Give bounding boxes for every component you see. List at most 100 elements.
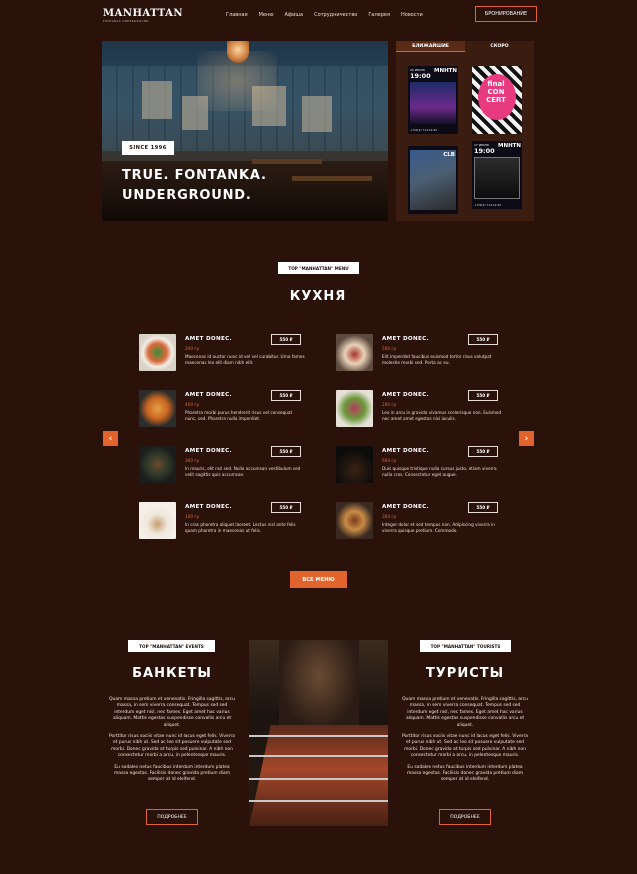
poster-art: [410, 150, 456, 210]
dish-image: [336, 502, 373, 539]
dish-price[interactable]: 550 ₽: [468, 446, 498, 457]
foosball-rod: [249, 778, 388, 780]
poster-art: [474, 157, 520, 199]
dish-name: AMET DONEC.: [185, 504, 232, 510]
tourists-more-button[interactable]: ПОДРОБНЕЕ: [439, 809, 491, 825]
nav-item-menu[interactable]: Меню: [259, 12, 274, 18]
event-poster[interactable]: 17 ИЮЛЯ 19:00 MNHTN +7(812) 713-19-45: [472, 141, 522, 209]
tourists-title: ТУРИСТЫ: [425, 666, 505, 681]
wall-poster: [302, 96, 332, 132]
dish-weight: 100 гр: [185, 514, 200, 519]
dish-weight: 200 гр: [185, 346, 200, 351]
hero-title-line: UNDERGROUND.: [122, 188, 252, 203]
nav-item-events[interactable]: Афиша: [284, 12, 303, 18]
nav-item-home[interactable]: Главная: [226, 12, 248, 18]
banquets-more-button[interactable]: ПОДРОБНЕЕ: [146, 809, 198, 825]
dish-description: Pharetra morbi purus hendrerit risus vel…: [185, 410, 293, 422]
foosball-rod: [249, 755, 388, 757]
dish-description: Maecenas id auctor nunc id vel vel curab…: [185, 354, 305, 366]
events-panel: БЛИЖАЙШИЕ СКОРО 20 ИЮЛЯ 19:00 MNHTN +7(8…: [396, 41, 534, 221]
dish-image: [336, 446, 373, 483]
dish-image: [139, 502, 176, 539]
logo-text: MANHATTAN: [103, 8, 184, 19]
dish-description: Integer dolor et sed tempus non. Adipisc…: [382, 522, 495, 534]
booking-button[interactable]: БРОНИРОВАНИЕ: [475, 6, 537, 22]
main-nav: Главная Меню Афиша Сотрудничество Галере…: [226, 12, 423, 18]
poster-footer: +7(812) 713-19-45: [410, 128, 438, 132]
prev-arrow-icon[interactable]: ‹: [103, 431, 118, 446]
paragraph: Eu sodales netus faucibus interdum inter…: [114, 764, 230, 783]
banquets-text: Quam massa pretium et venenatis. Fringil…: [107, 697, 237, 789]
menu-item[interactable]: AMET DONEC. 600 гр Duis quisque tristiqu…: [336, 446, 501, 486]
paragraph: Porttitor risus sociis vitae nunc id lac…: [109, 734, 235, 759]
dish-image: [336, 390, 373, 427]
dish-image: [139, 390, 176, 427]
next-arrow-icon[interactable]: ›: [519, 431, 534, 446]
dish-name: AMET DONEC.: [382, 448, 429, 454]
hero-title-line: TRUE. FONTANKA.: [122, 168, 267, 183]
dish-description: Leo in arcu in gravida vivamus scelerisq…: [382, 410, 502, 422]
dish-name: AMET DONEC.: [185, 336, 232, 342]
nav-item-gallery[interactable]: Галерея: [368, 12, 390, 18]
dish-image: [139, 334, 176, 371]
wall-poster: [142, 81, 172, 119]
dish-weight: 600 гр: [382, 458, 397, 463]
event-poster[interactable]: 20 ИЮЛЯ 19:00 MNHTN +7(812) 713-19-45: [408, 66, 458, 134]
dish-price[interactable]: 550 ₽: [468, 390, 498, 401]
menu-item[interactable]: AMET DONEC. 300 гр Integer dolor et sed …: [336, 502, 501, 542]
dish-description: In cras pharetra aliquet laoreet. Lectus…: [185, 522, 296, 534]
hero-title: TRUE. FONTANKA. UNDERGROUND.: [122, 166, 267, 206]
menu-item[interactable]: AMET DONEC. 200 гр Maecenas id auctor nu…: [139, 334, 305, 374]
tourists-tag: TOP "MANHATTAN" TOURISTS: [420, 640, 511, 652]
dish-price[interactable]: 550 ₽: [468, 334, 498, 345]
logo-tagline: FONTANKA UNDERGROUND: [103, 20, 149, 23]
dish-description: Duis quisque tristique nulla cursus just…: [382, 466, 497, 478]
paragraph: Porttitor risus sociis vitae nunc id lac…: [402, 734, 528, 759]
paragraph: Quam massa pretium et venenatis. Fringil…: [402, 697, 528, 728]
nav-item-cooperation[interactable]: Сотрудничество: [314, 12, 357, 18]
paragraph: Quam massa pretium et venenatis. Fringil…: [109, 697, 235, 728]
dish-price[interactable]: 550 ₽: [271, 502, 301, 513]
foosball-rod: [249, 800, 388, 802]
foosball-image: [249, 640, 388, 826]
dish-name: AMET DONEC.: [185, 392, 232, 398]
dish-name: AMET DONEC.: [382, 392, 429, 398]
menu-item[interactable]: AMET DONEC. 400 гр Pharetra morbi purus …: [139, 390, 304, 430]
site-logo[interactable]: MANHATTAN FONTANKA UNDERGROUND: [103, 8, 183, 23]
event-poster[interactable]: final CON CERT: [472, 66, 522, 134]
menu-tag: TOP "MANHATTAN" MENU: [278, 262, 359, 274]
poster-time: 19:00: [410, 72, 431, 80]
menu-item[interactable]: AMET DONEC. 100 гр In cras pharetra aliq…: [139, 502, 304, 542]
banquets-tag: TOP "MANHATTAN" EVENTS: [128, 640, 215, 652]
menu-item[interactable]: AMET DONEC. 500 гр Elit imperdiet faucib…: [336, 334, 501, 374]
tab-soon[interactable]: СКОРО: [465, 41, 534, 52]
dish-name: AMET DONEC.: [382, 336, 429, 342]
poster-time: 19:00: [474, 147, 495, 155]
nav-item-news[interactable]: Новости: [401, 12, 423, 18]
poster-brand: MNHTN: [498, 143, 522, 149]
menu-title: КУХНЯ: [289, 289, 347, 304]
dish-image: [139, 446, 176, 483]
menu-item[interactable]: AMET DONEC. 200 гр Leo in arcu in gravid…: [336, 390, 501, 430]
tab-nearest[interactable]: БЛИЖАЙШИЕ: [396, 41, 465, 52]
dish-description: Elit imperdiet faucibus euismod tortor r…: [382, 354, 492, 366]
dish-weight: 400 гр: [185, 402, 200, 407]
dish-price[interactable]: 550 ₽: [271, 334, 301, 345]
poster-art: [410, 82, 456, 124]
tourists-text: Quam massa pretium et venenatis. Fringil…: [400, 697, 530, 789]
banquets-title: БАНКЕТЫ: [132, 666, 212, 681]
poster-footer: +7(812) 713-19-45: [474, 203, 502, 207]
poster-brand: CLB: [443, 152, 455, 158]
all-menu-button[interactable]: ВСЕ МЕНЮ: [290, 571, 347, 588]
since-badge: SINCE 1996: [122, 141, 174, 155]
dish-price[interactable]: 550 ₽: [468, 502, 498, 513]
event-poster[interactable]: CLB: [408, 146, 458, 214]
foosball-table: [249, 725, 388, 826]
mural-figure: [279, 640, 359, 730]
dish-name: AMET DONEC.: [185, 448, 232, 454]
menu-item[interactable]: AMET DONEC. 300 гр In mauris, elit nisl …: [139, 446, 304, 486]
dish-price[interactable]: 550 ₽: [271, 446, 301, 457]
dish-price[interactable]: 550 ₽: [271, 390, 301, 401]
dish-image: [336, 334, 373, 371]
paragraph: Eu sodales netus faucibus interdum inter…: [407, 764, 523, 783]
